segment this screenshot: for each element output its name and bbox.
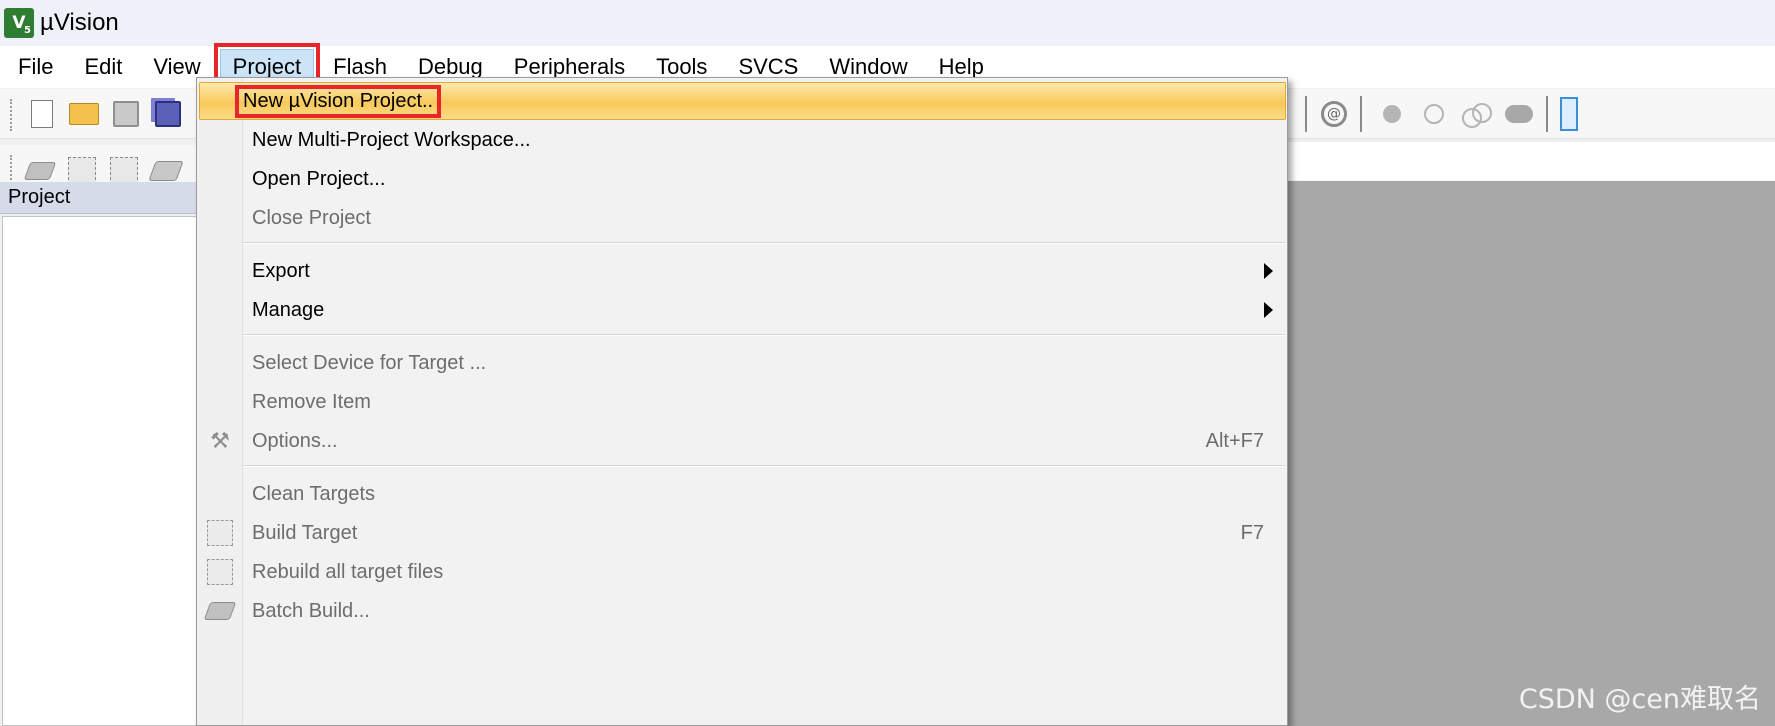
menu-item-batch-build[interactable]: Batch Build... [197,592,1287,630]
submenu-arrow-icon [1264,263,1273,279]
config-icon[interactable] [1503,98,1535,130]
options-wand-icon: ⚒ [210,428,230,454]
menu-item-select-device[interactable]: Select Device for Target ... [197,344,1287,382]
menu-item-label: Select Device for Target ... [252,351,487,374]
menu-item-rebuild-all[interactable]: Rebuild all target files [197,553,1287,591]
open-folder-icon[interactable] [68,98,100,130]
menu-item-options[interactable]: ⚒ Options... Alt+F7 [197,422,1287,460]
menu-item-label: Manage [252,298,325,321]
title-bar: V 5 µVision [0,0,1775,46]
menu-item-label: Clean Targets [252,482,376,505]
menu-item-label: Remove Item [252,390,371,413]
menu-item-new-multi-project-workspace[interactable]: New Multi-Project Workspace... [197,121,1287,159]
toolbar-grip[interactable] [10,99,14,131]
menu-item-export[interactable]: Export [197,252,1287,290]
menu-separator [243,334,1285,336]
watermark: CSDN @cen难取名 [1518,684,1761,715]
menu-item-label: Build Target [252,521,358,544]
new-file-icon[interactable] [26,98,58,130]
build-icon [205,518,235,548]
menu-separator [243,242,1285,244]
submenu-arrow-icon [1264,302,1273,318]
toolbar-separator [1546,96,1548,132]
find-icon[interactable]: @ [1318,98,1350,130]
menu-item-label: Batch Build... [252,599,370,622]
menu-item-shortcut: F7 [1240,521,1264,544]
window-title: µVision [40,9,119,36]
menu-item-label: Close Project [252,206,371,229]
app-logo-icon: V 5 [4,8,34,38]
toolbar-separator [1305,96,1307,132]
menu-file[interactable]: File [6,50,65,84]
kill-breakpoints-icon[interactable] [1460,98,1492,130]
menu-item-remove-item[interactable]: Remove Item [197,383,1287,421]
menu-item-label: New Multi-Project Workspace... [252,128,531,151]
menu-edit[interactable]: Edit [72,50,134,84]
save-icon[interactable] [110,98,142,130]
menu-item-label: Rebuild all target files [252,560,444,583]
menu-item-shortcut: Alt+F7 [1205,429,1264,452]
menu-separator [243,465,1285,467]
app-logo-version: 5 [24,25,31,36]
menu-item-label: New µVision Project.. [234,84,442,118]
menu-item-open-project[interactable]: Open Project... [197,160,1287,198]
toolbar-separator [1360,96,1362,132]
window-icon[interactable] [1553,97,1585,131]
batch-build-icon [203,596,237,626]
project-tree[interactable] [2,216,198,726]
menu-item-label: Options... [252,429,338,452]
menu-item-label: Export [252,259,310,282]
editor-tab-strip [1288,142,1775,180]
editor-area [1288,181,1775,726]
menu-item-build-target[interactable]: Build Target F7 [197,514,1287,552]
menu-item-new-uvision-project[interactable]: New µVision Project.. [199,82,1286,120]
project-panel-header: Project [0,182,200,214]
menu-item-clean-targets[interactable]: Clean Targets [197,475,1287,513]
menu-item-label: Open Project... [252,167,386,190]
save-all-icon[interactable] [152,98,184,130]
disabled-breakpoint-icon[interactable] [1418,98,1450,130]
project-menu-dropdown: New µVision Project.. New Multi-Project … [196,77,1288,726]
rebuild-icon [205,557,235,587]
menu-item-manage[interactable]: Manage [197,291,1287,329]
menu-item-close-project[interactable]: Close Project [197,199,1287,237]
breakpoint-icon[interactable] [1376,98,1408,130]
